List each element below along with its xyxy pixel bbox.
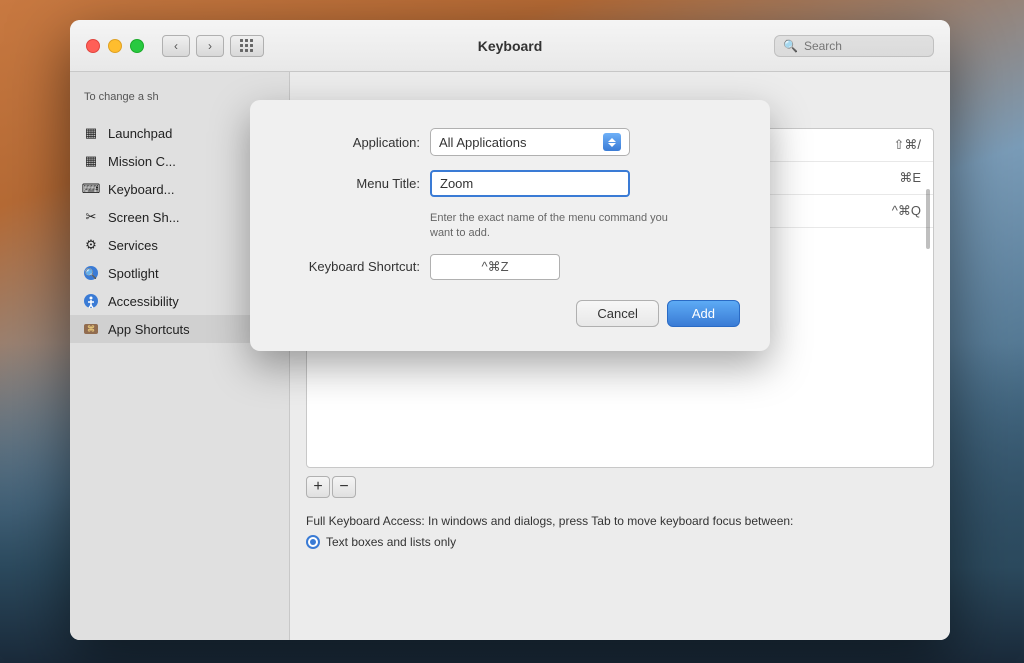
application-value: All Applications (439, 135, 526, 150)
keyboard-shortcut-row: Keyboard Shortcut: ^⌘Z (280, 254, 740, 280)
modal-buttons: Cancel Add (280, 300, 740, 327)
application-label: Application: (280, 135, 420, 150)
modal-overlay: Application: All Applications Menu Title… (70, 20, 950, 640)
dropdown-arrow-icon (603, 133, 621, 151)
keyboard-shortcut-display[interactable]: ^⌘Z (430, 254, 560, 280)
menu-title-input[interactable] (430, 170, 630, 197)
menu-title-label: Menu Title: (280, 176, 420, 191)
cancel-button[interactable]: Cancel (576, 300, 658, 327)
application-row: Application: All Applications (280, 128, 740, 156)
add-shortcut-modal: Application: All Applications Menu Title… (250, 100, 770, 351)
keyboard-shortcut-label: Keyboard Shortcut: (280, 259, 420, 274)
arrow-down-icon (608, 143, 616, 147)
add-button[interactable]: Add (667, 300, 740, 327)
arrow-up-icon (608, 138, 616, 142)
application-dropdown[interactable]: All Applications (430, 128, 630, 156)
keyboard-preferences-window: ‹ › Keyboard 🔍 To change a sh ▦ (70, 20, 950, 640)
hint-text: Enter the exact name of the menu command… (430, 211, 680, 242)
menu-title-row: Menu Title: (280, 170, 740, 197)
